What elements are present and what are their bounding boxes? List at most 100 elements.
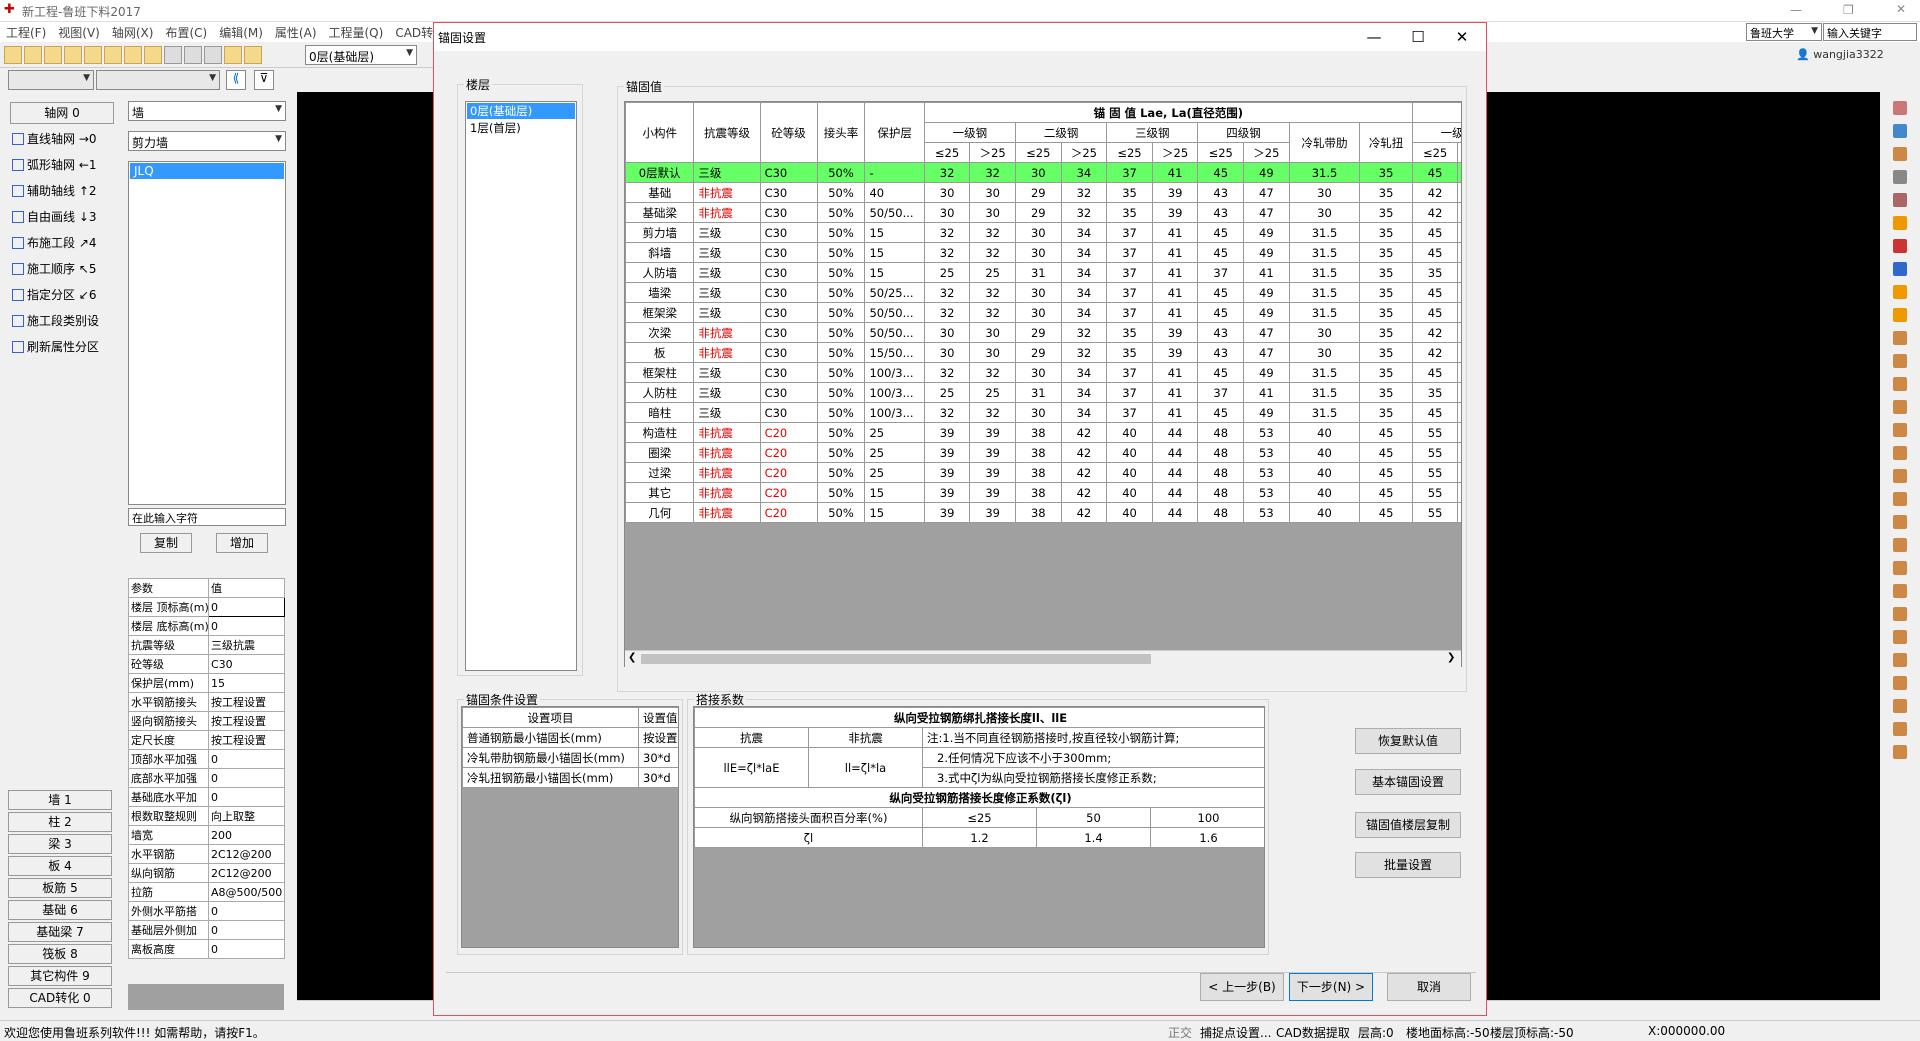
anchor-cell[interactable]: 47 [1243,322,1290,343]
anchor-cell[interactable]: 39 [923,482,971,503]
anchor-cell[interactable]: 45 [1197,402,1245,423]
search-input[interactable]: 输入关键字 [1823,23,1917,41]
anchor-cell[interactable]: C30 [759,162,818,183]
floor-item[interactable]: 0层(基础层) [467,103,575,119]
status-cad[interactable]: CAD数据提取 [1276,1024,1350,1041]
table-row[interactable]: 剪力墙三级C3050%15323230343741454931.53545454… [625,222,1461,243]
filter-icon[interactable]: ⊽ [254,70,274,90]
floor-item[interactable]: 1层(首层) [467,120,575,136]
anchor-cell[interactable]: 15 [864,262,925,283]
table-row[interactable]: 圈梁非抗震C2050%2539393842404448534045555553 [625,442,1461,463]
close-icon[interactable]: ✕ [1896,2,1906,16]
anchor-cell[interactable]: 31.5 [1288,162,1361,183]
anchor-cell[interactable]: 三级 [693,162,761,183]
tool-icon[interactable] [1893,446,1907,460]
anchor-cell[interactable]: 35 [1359,242,1413,263]
anchor-cell[interactable]: C20 [759,502,818,523]
menu-edit[interactable]: 编辑(M) [213,22,269,43]
table-row[interactable]: 框架梁 三级 C30 50% 50/50... 32 32 30 34 37 41 45 49 31.5 3… [625,302,1461,323]
param-value[interactable]: 0 [207,939,286,959]
next-button[interactable]: 下一步(N) > [1289,973,1373,1001]
table-row[interactable]: 冷轧带肋钢筋最小锚固长(mm) 30*d [462,747,678,768]
anchor-cell[interactable]: 50% [816,482,866,503]
anchor-cell[interactable]: 45 [1359,422,1413,443]
tool-icon[interactable] [1893,538,1907,552]
anchor-cell[interactable]: 48 [1197,422,1245,443]
anchor-cell[interactable]: 43 [1197,182,1245,203]
table-row[interactable]: 外侧水平筋搭 0 [128,901,286,921]
anchor-cell[interactable]: 42 [1457,202,1461,223]
anchor-cell[interactable]: 45 [1457,222,1461,243]
category-slab-rebar[interactable]: 板筋 5 [8,878,112,898]
table-row[interactable]: 定尺长度 按工程设置 [128,730,286,750]
new-icon[interactable] [4,46,22,64]
table-row[interactable]: 拉筋 A8@500/500 [128,882,286,902]
anchor-cell[interactable]: 35 [1106,342,1153,363]
anchor-cell[interactable]: 55 [1457,502,1461,523]
anchor-cell[interactable]: 35 [1359,282,1413,303]
tool-icon[interactable] [1893,630,1907,644]
anchor-cell[interactable]: 40 [1106,462,1153,483]
axis-button[interactable]: 轴网 0 [10,102,114,124]
anchor-cell[interactable]: 25 [969,382,1016,403]
anchor-cell[interactable]: C30 [759,182,818,203]
anchor-cell[interactable]: 三级 [693,262,761,283]
anchor-cell[interactable]: 42 [1457,322,1461,343]
anchor-cell[interactable]: 32 [1060,182,1108,203]
anchor-cell[interactable]: 37 [1106,162,1153,183]
anchor-cell[interactable]: 45 [1457,362,1461,383]
anchor-cell[interactable]: 45 [1457,242,1461,263]
anchor-cell[interactable]: 15 [864,502,925,523]
tool-arc-axis[interactable]: 弧形轴网 ←1 [8,152,120,178]
anchor-cell[interactable]: 35 [1359,262,1413,283]
param-value[interactable]: 三级抗震 [207,635,286,655]
anchor-cell[interactable]: 三级 [693,302,761,323]
anchor-cell[interactable]: 30 [1014,242,1062,263]
open-icon[interactable] [24,46,42,64]
anchor-cell[interactable]: 45 [1359,462,1413,483]
table-row[interactable]: 冷轧扭钢筋最小锚固长(mm) 30*d [462,767,678,788]
anchor-cell[interactable]: 45 [1197,302,1245,323]
anchor-cell[interactable]: 45 [1457,302,1461,323]
menu-cad[interactable]: CAD转 [389,22,439,43]
anchor-cell[interactable]: 35 [1359,222,1413,243]
anchor-cell[interactable]: 40 [1288,422,1361,443]
lap-zeta-value[interactable]: 1.6 [1149,827,1264,848]
anchor-cell[interactable]: 38 [1014,482,1062,503]
anchor-cell[interactable]: 53 [1243,422,1290,443]
anchor-cell[interactable]: 30 [1014,302,1062,323]
anchor-cell[interactable]: 50/50... [864,302,925,323]
anchor-cell[interactable]: 100/3... [864,402,925,423]
copy-floor-anchor-button[interactable]: 锚固值楼层复制 [1355,812,1461,838]
anchor-cell[interactable]: 50% [816,222,866,243]
param-value[interactable]: 按工程设置 [207,711,286,731]
component-subtype-combo[interactable]: 剪力墙 ▼ [128,131,286,151]
anchor-cell[interactable]: 47 [1243,202,1290,223]
anchor-cell[interactable]: 非抗震 [693,442,761,463]
table-row[interactable]: 0层默认三级C3050%-323230343741454931.53545454… [625,162,1461,183]
category-cad[interactable]: CAD转化 0 [8,988,112,1008]
anchor-cell[interactable]: 25 [864,442,925,463]
anchor-cell[interactable]: 37 [1106,302,1153,323]
tool-icon[interactable] [1893,423,1907,437]
anchor-cell[interactable]: 39 [1151,322,1199,343]
anchor-cell[interactable]: 35 [1457,382,1461,403]
param-value[interactable]: 15 [207,673,286,693]
param-value[interactable]: 200 [207,825,286,845]
condition-grid[interactable]: 设置项目 设置值 普通钢筋最小锚固长(mm) 按设置 冷轧带肋钢筋最小锚固长(mm)… [461,706,679,948]
anchor-cell[interactable]: 45 [1457,162,1461,183]
anchor-cell[interactable]: 49 [1243,162,1290,183]
table-row[interactable]: 构造柱非抗震C2050%2539393842404448534045555553 [625,422,1461,443]
anchor-cell[interactable]: 30 [923,182,971,203]
table-row[interactable]: 底部水平加强 0 [128,768,286,788]
color-combo[interactable]: ▼ [96,70,220,90]
anchor-cell[interactable]: 35 [1411,262,1459,283]
anchor-cell[interactable]: 30 [1014,282,1062,303]
anchor-cell[interactable]: 40 [1106,482,1153,503]
table-row[interactable]: 墙梁 三级 C30 50% 50/25... 32 32 30 34 37 41 45 49 31.5 35… [625,282,1461,303]
anchor-cell[interactable]: 40 [1288,502,1361,523]
cond-value[interactable]: 30*d [638,767,678,788]
anchor-cell[interactable]: 非抗震 [693,342,761,363]
anchor-cell[interactable]: C30 [759,282,818,303]
anchor-cell[interactable]: 45 [1411,362,1459,383]
